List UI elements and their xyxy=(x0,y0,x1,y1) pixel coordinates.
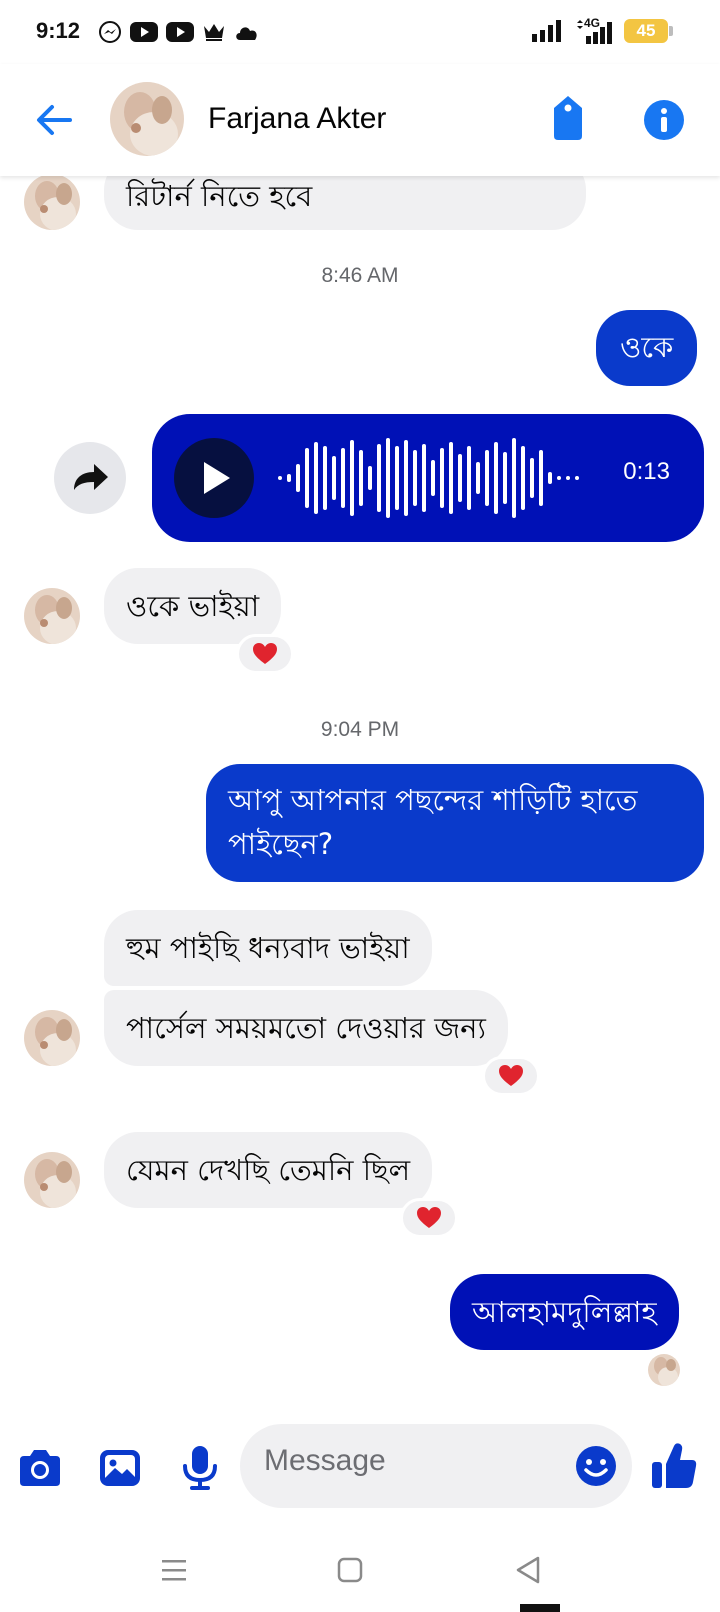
signal-icon xyxy=(577,20,612,44)
waveform xyxy=(278,438,579,518)
recent-apps-button[interactable] xyxy=(154,1550,194,1590)
sender-avatar[interactable] xyxy=(24,588,80,644)
like-button[interactable] xyxy=(650,1440,698,1490)
avatar-image xyxy=(24,174,80,230)
message-line: আপু আপনার পছন্দের শাড়িটি হাতে xyxy=(228,783,638,817)
crown-icon xyxy=(204,24,224,41)
messenger-icon xyxy=(99,21,121,43)
message-composer: Message xyxy=(0,1418,720,1516)
forward-icon xyxy=(74,464,108,490)
tag-icon xyxy=(554,96,582,140)
back-button[interactable] xyxy=(32,98,76,142)
status-time: 9:12 xyxy=(36,18,81,43)
incoming-message[interactable]: হুম পাইছি ধন্যবাদ ভাইয়া xyxy=(104,910,432,986)
incoming-message[interactable]: পার্সেল সময়মতো দেওয়ার জন্য xyxy=(104,990,508,1066)
avatar-image xyxy=(24,588,80,644)
system-nav-bar xyxy=(0,1540,720,1612)
back-arrow-icon xyxy=(37,105,72,135)
avatar-image xyxy=(24,1010,80,1066)
avatar-image xyxy=(24,1152,80,1208)
info-icon xyxy=(644,100,684,140)
home-icon xyxy=(337,1557,363,1583)
incoming-message[interactable]: যেমন দেখছি তেমনি ছিল xyxy=(104,1132,433,1208)
heart-icon xyxy=(499,1065,523,1086)
system-indicators: 4G 45 xyxy=(532,16,673,44)
sender-avatar[interactable] xyxy=(24,174,80,230)
youtube-icon xyxy=(130,22,158,42)
back-icon xyxy=(516,1556,540,1584)
home-button[interactable] xyxy=(330,1550,370,1590)
mic-icon xyxy=(183,1446,217,1490)
mic-button[interactable] xyxy=(176,1444,224,1492)
thumbs-up-icon xyxy=(652,1443,697,1488)
message-timestamp: 9:04 PM xyxy=(320,718,400,741)
contact-name[interactable]: Farjana Akter xyxy=(208,102,386,136)
gallery-icon xyxy=(100,1450,140,1486)
nav-back-button[interactable] xyxy=(508,1550,548,1590)
emoji-icon xyxy=(576,1446,616,1486)
network-indicator: 4G xyxy=(574,16,614,44)
sender-avatar[interactable] xyxy=(24,1152,80,1208)
sender-avatar[interactable] xyxy=(24,1010,80,1066)
outgoing-message[interactable]: আপু আপনার পছন্দের শাড়িটি হাতে পাইছেন? xyxy=(206,764,704,882)
avatar-image xyxy=(110,82,184,156)
incoming-message[interactable]: ওকে ভাইয়া xyxy=(104,568,282,644)
gesture-indicator xyxy=(520,1604,560,1612)
camera-button[interactable] xyxy=(16,1444,64,1492)
voice-duration: 0:13 xyxy=(623,458,670,485)
reaction-badge[interactable] xyxy=(482,1056,540,1096)
tag-button[interactable] xyxy=(548,94,588,142)
play-button[interactable] xyxy=(174,438,254,518)
emoji-button[interactable] xyxy=(574,1444,618,1488)
message-timestamp: 8:46 AM xyxy=(321,264,399,287)
status-bar: 9:12 4G 45 xyxy=(0,0,720,64)
battery-indicator: 45 xyxy=(624,19,673,43)
outgoing-message[interactable]: আলহামদুলিল্লাহ xyxy=(450,1274,679,1350)
youtube-icon xyxy=(166,22,194,42)
seen-indicator-avatar xyxy=(648,1354,680,1386)
outgoing-message[interactable]: ওকে xyxy=(596,310,698,386)
notification-icons xyxy=(98,20,260,44)
gallery-button[interactable] xyxy=(96,1444,144,1492)
menu-icon xyxy=(162,1560,186,1581)
reaction-badge[interactable] xyxy=(236,634,294,674)
signal-icon xyxy=(532,20,561,42)
message-line: পাইছেন? xyxy=(228,827,334,861)
heart-icon xyxy=(417,1207,441,1228)
cloud-icon xyxy=(236,27,257,40)
play-icon xyxy=(204,462,230,494)
chat-header: Farjana Akter xyxy=(0,64,720,176)
forward-button[interactable] xyxy=(54,442,126,514)
reaction-badge[interactable] xyxy=(400,1198,458,1238)
camera-icon xyxy=(20,1450,60,1486)
voice-message[interactable]: 0:13 xyxy=(152,414,704,542)
contact-avatar[interactable] xyxy=(110,82,184,156)
info-button[interactable] xyxy=(642,98,686,142)
heart-icon xyxy=(253,643,277,664)
avatar-image xyxy=(648,1354,680,1386)
